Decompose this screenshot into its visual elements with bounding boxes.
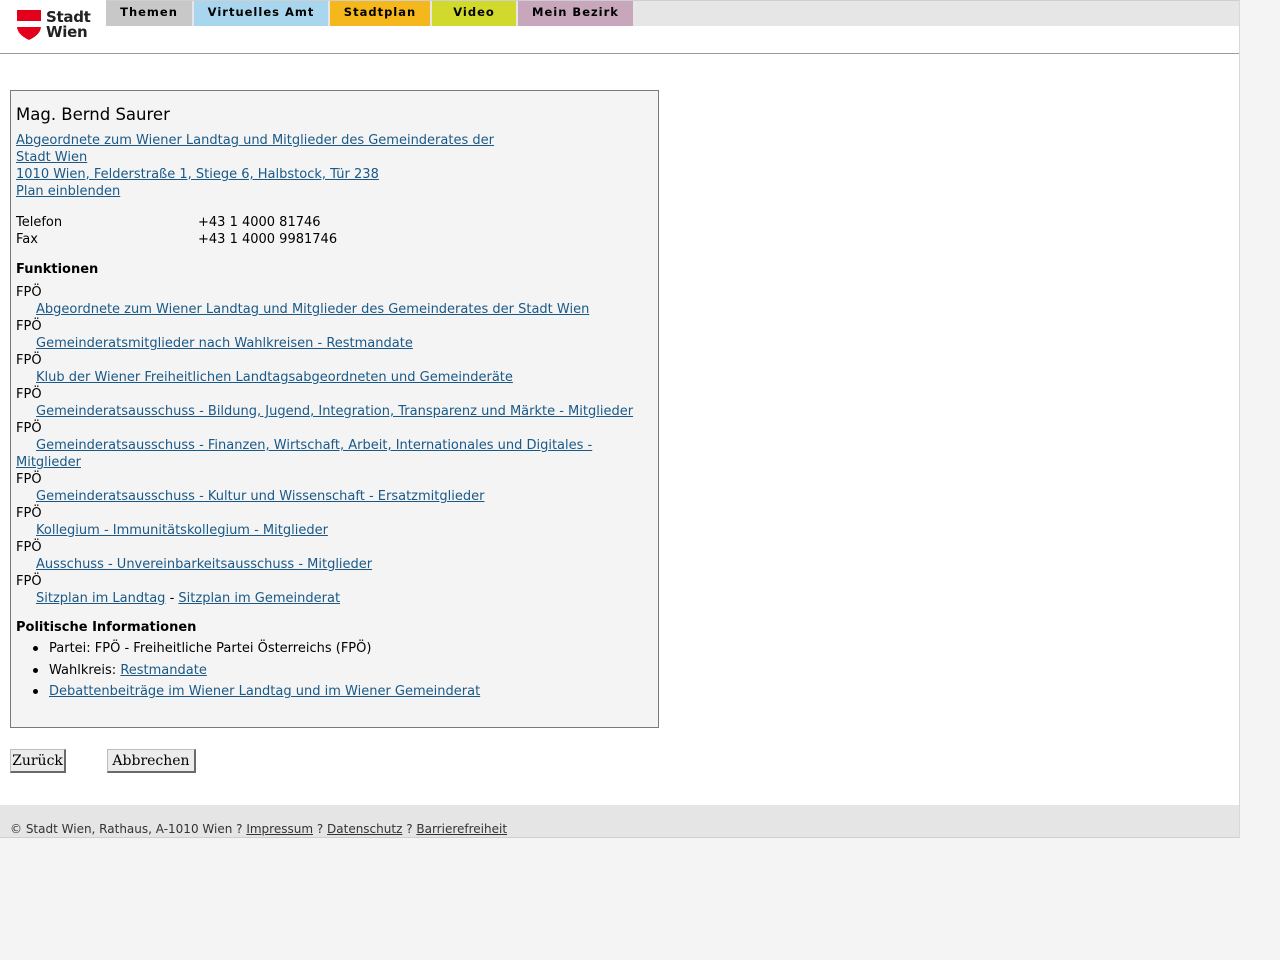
wahlkreis-label: Wahlkreis: [49,663,121,678]
funktionen-heading: Funktionen [16,262,99,277]
party-label: FPÖ [16,421,42,436]
footer-separator: ? [402,822,417,836]
back-button[interactable]: Zurück [10,749,66,773]
site-header: Stadt Wien Themen Virtuelles Amt Stadtpl… [0,0,1239,54]
party-label: FPÖ [16,387,42,402]
party-label: FPÖ [16,319,42,334]
function-link[interactable]: Kollegium - Immunitätskollegium - Mitgli… [36,522,328,539]
fax-label: Fax [16,232,38,247]
party-info: Partei: FPÖ - Freiheitliche Partei Öster… [49,641,372,656]
cancel-button[interactable]: Abbrechen [107,749,196,773]
party-label: FPÖ [16,285,42,300]
footer-separator: ? [313,822,328,836]
address-link[interactable]: 1010 Wien, Felderstraße 1, Stiege 6, Hal… [16,166,379,183]
function-link[interactable]: Gemeinderatsausschuss - Kultur und Wisse… [36,488,484,505]
person-name: Mag. Bernd Saurer [16,105,170,124]
datenschutz-link[interactable]: Datenschutz [327,822,402,836]
function-link[interactable]: Abgeordnete zum Wiener Landtag und Mitgl… [36,301,589,318]
bullet-icon [33,646,38,651]
fax-value: +43 1 4000 9981746 [198,232,338,247]
function-link[interactable]: Gemeinderatsmitglieder nach Wahlkreisen … [36,335,413,352]
tab-mein-bezirk[interactable]: Mein Bezirk [518,1,633,26]
function-link[interactable]: Gemeinderatsausschuss - Bildung, Jugend,… [36,403,633,420]
party-label: FPÖ [16,472,42,487]
function-link[interactable]: Gemeinderatsausschuss - Finanzen, Wirtsc… [36,437,592,454]
party-label: FPÖ [16,540,42,555]
tab-virtuelles-amt[interactable]: Virtuelles Amt [194,1,328,26]
restmandate-link[interactable]: Restmandate [120,663,207,678]
party-label: FPÖ [16,353,42,368]
sitzplan-landtag-link[interactable]: Sitzplan im Landtag [36,591,165,606]
tab-themen[interactable]: Themen [106,1,192,26]
barrierefreiheit-link[interactable]: Barrierefreiheit [416,822,507,836]
footer-text: © Stadt Wien, Rathaus, A-1010 Wien ? Imp… [10,822,507,836]
vienna-shield-icon [17,10,41,40]
telefon-label: Telefon [16,215,63,230]
party-label: FPÖ [16,574,42,589]
politische-informationen-heading: Politische Informationen [16,620,197,635]
tab-stadtplan[interactable]: Stadtplan [330,1,430,26]
org-link-line1[interactable]: Abgeordnete zum Wiener Landtag und Mitgl… [16,132,494,149]
logo-text-line2: Wien [46,23,88,41]
org-link-line2[interactable]: Stadt Wien [16,149,87,166]
page: Stadt Wien Themen Virtuelles Amt Stadtpl… [0,0,1240,838]
tab-video[interactable]: Video [432,1,516,26]
function-link[interactable]: Klub der Wiener Freiheitlichen Landtagsa… [36,369,513,386]
seating-separator: - [169,591,175,606]
function-link[interactable]: Ausschuss - Unvereinbarkeitsausschuss - … [36,556,372,573]
seating-plan-row: Sitzplan im Landtag - Sitzplan im Gemein… [36,590,340,607]
plan-einblenden-link[interactable]: Plan einblenden [16,183,120,200]
telefon-value: +43 1 4000 81746 [198,215,321,230]
impressum-link[interactable]: Impressum [246,822,313,836]
bullet-icon [33,668,38,673]
party-label: FPÖ [16,506,42,521]
wahlkreis-info: Wahlkreis: Restmandate [49,662,207,679]
person-details-panel: Mag. Bernd Saurer Abgeordnete zum Wiener… [10,90,659,728]
copyright-text: © Stadt Wien, Rathaus, A-1010 Wien ? [10,822,247,836]
debattenbeitraege-link[interactable]: Debattenbeiträge im Wiener Landtag und i… [49,683,480,700]
function-link-continuation[interactable]: Mitglieder [16,454,81,471]
bullet-icon [33,689,38,694]
site-footer: © Stadt Wien, Rathaus, A-1010 Wien ? Imp… [0,805,1239,838]
sitzplan-gemeinderat-link[interactable]: Sitzplan im Gemeinderat [178,591,340,606]
logo-text: Stadt Wien [46,10,91,40]
stadt-wien-logo[interactable]: Stadt Wien [17,10,91,42]
